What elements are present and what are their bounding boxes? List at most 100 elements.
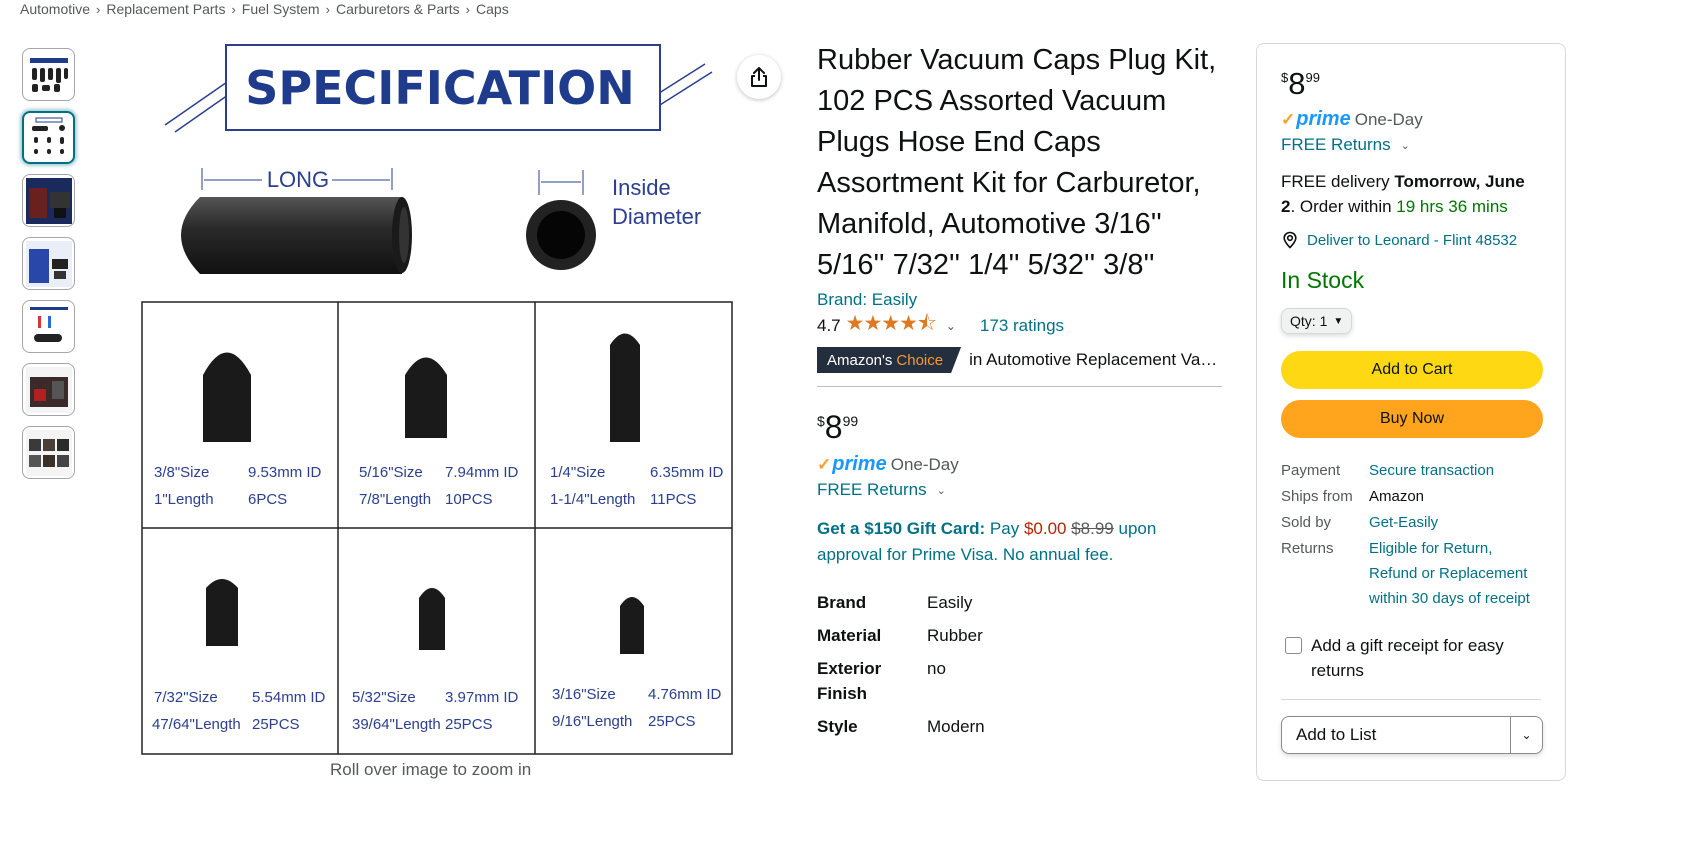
cell-4-pcs: 25PCS xyxy=(252,716,300,733)
price: $ 8 99 xyxy=(817,409,1225,449)
brand-link[interactable]: Brand: Easily xyxy=(817,290,1225,310)
ratings-count-link[interactable]: 173 ratings xyxy=(980,316,1064,336)
delivery-info: FREE delivery Tomorrow, June 2. Order wi… xyxy=(1281,169,1541,219)
info-key: Payment xyxy=(1281,462,1341,479)
cell-6-size: 3/16"Size xyxy=(552,686,616,703)
free-returns-label: FREE Returns xyxy=(817,480,927,499)
chevron-down-icon: ⌄ xyxy=(936,484,946,497)
thumbnail-6[interactable] xyxy=(22,363,75,416)
quantity-select[interactable]: Qty: 1 ▼ xyxy=(1281,308,1353,334)
add-to-cart-button[interactable]: Add to Cart xyxy=(1281,351,1543,389)
info-key: Returns xyxy=(1281,540,1334,557)
cell-1-size: 3/8"Size xyxy=(154,464,209,481)
thumbnail-image xyxy=(25,240,72,287)
breadcrumb: Automotive › Replacement Parts › Fuel Sy… xyxy=(20,0,509,18)
stock-status: In Stock xyxy=(1281,267,1365,293)
spec-key: Material xyxy=(817,626,882,645)
price-fraction: 99 xyxy=(842,413,859,429)
free-returns-link[interactable]: FREE Returns ⌄ xyxy=(1281,135,1541,155)
info-row: Returns Eligible for Return, Refund or R… xyxy=(1281,536,1541,611)
breadcrumb-automotive[interactable]: Automotive xyxy=(20,1,90,17)
buybox-price: $ 8 99 xyxy=(1281,66,1541,104)
thumbnail-image xyxy=(31,117,65,154)
prime-word: prime xyxy=(1296,108,1351,130)
cell-5-size: 5/32"Size xyxy=(352,689,416,706)
seller-link[interactable]: Get-Easily xyxy=(1369,510,1541,535)
gift-receipt-checkbox[interactable] xyxy=(1285,637,1302,654)
cell-4-length: 47/64"Length xyxy=(152,716,241,733)
price-symbol: $ xyxy=(817,413,825,429)
thumbnail-7[interactable] xyxy=(22,426,75,479)
secure-transaction-link[interactable]: Secure transaction xyxy=(1369,458,1541,483)
prime-word: prime xyxy=(832,453,887,475)
cell-4-size: 7/32"Size xyxy=(154,689,218,706)
chevron-down-icon[interactable]: ⌄ xyxy=(946,319,956,333)
choice-badge-suffix: Choice xyxy=(896,351,944,369)
gift-receipt-label[interactable]: Add a gift receipt for easy returns xyxy=(1311,633,1541,683)
price-fraction: 99 xyxy=(1305,70,1320,85)
price-symbol: $ xyxy=(1281,70,1289,85)
add-to-list-dropdown[interactable]: ⌄ xyxy=(1510,717,1542,753)
spec-row: Brand Easily xyxy=(817,590,1222,615)
cell-5-id: 3.97mm ID xyxy=(445,689,519,706)
prime-one-day: One-Day xyxy=(890,454,959,474)
delivery-prefix: FREE delivery xyxy=(1281,172,1390,191)
star-rating-icon[interactable]: ★★★★⯪ xyxy=(846,309,937,344)
deliver-to-link[interactable]: Deliver to Leonard - Flint 48532 xyxy=(1281,231,1541,249)
spec-value: Rubber xyxy=(927,626,983,645)
gift-card-offer[interactable]: Get a $150 Gift Card: Pay $0.00 $8.99 up… xyxy=(817,516,1225,568)
thumbnail-2-selected[interactable] xyxy=(22,111,75,164)
thumbnail-image xyxy=(25,429,72,476)
cell-3-size: 1/4"Size xyxy=(550,464,605,481)
gift-new-price: $0.00 xyxy=(1023,519,1067,538)
breadcrumb-carburetors-parts[interactable]: Carburetors & Parts xyxy=(336,1,460,17)
rating-row: 4.7 ★★★★⯪ ⌄ 173 ratings xyxy=(817,312,1225,338)
buy-box: $ 8 99 ✓ prime One-Day FREE Returns ⌄ FRE… xyxy=(1256,43,1566,781)
thumbnail-1[interactable] xyxy=(22,48,75,101)
share-button[interactable] xyxy=(737,55,781,99)
prime-check-icon: ✓ xyxy=(817,454,832,474)
main-product-image[interactable]: SPECIFICATION LONG Inside Diameter 3/8"S… xyxy=(140,40,738,760)
cell-4-id: 5.54mm ID xyxy=(252,689,326,706)
ships-from-value: Amazon xyxy=(1369,488,1425,505)
breadcrumb-caps[interactable]: Caps xyxy=(476,1,509,17)
gift-receipt-option: Add a gift receipt for easy returns xyxy=(1281,633,1541,683)
long-label: LONG xyxy=(267,167,329,192)
cell-3-id: 6.35mm ID xyxy=(650,464,724,481)
cell-2-size: 5/16"Size xyxy=(359,464,423,481)
free-returns-label: FREE Returns xyxy=(1281,135,1391,154)
cell-2-pcs: 10PCS xyxy=(445,491,493,508)
breadcrumb-separator: › xyxy=(96,1,101,17)
chevron-down-icon: ▼ xyxy=(1333,315,1344,327)
spec-key: Style xyxy=(817,717,858,736)
returns-policy-link[interactable]: Eligible for Return, Refund or Replaceme… xyxy=(1369,536,1541,611)
breadcrumb-separator: › xyxy=(465,1,471,17)
thumbnail-4[interactable] xyxy=(22,237,75,290)
add-to-list-button[interactable]: Add to List xyxy=(1282,717,1510,753)
thumbnail-image xyxy=(29,306,68,342)
breadcrumb-fuel-system[interactable]: Fuel System xyxy=(242,1,320,17)
share-icon xyxy=(751,67,767,87)
spec-value: Easily xyxy=(927,593,973,612)
prime-badge: ✓ prime One-Day xyxy=(1281,108,1541,131)
spec-title: SPECIFICATION xyxy=(245,61,635,115)
thumbnail-image xyxy=(25,177,72,224)
free-returns-link[interactable]: FREE Returns ⌄ xyxy=(817,480,1225,500)
buy-now-button[interactable]: Buy Now xyxy=(1281,400,1543,438)
cell-2-id: 7.94mm ID xyxy=(445,464,519,481)
cell-3-pcs: 11PCS xyxy=(650,491,696,508)
delivery-countdown: 19 hrs 36 mins xyxy=(1396,197,1508,216)
prime-logo: ✓ prime xyxy=(817,453,887,476)
deliver-to-label: Deliver to Leonard - Flint 48532 xyxy=(1307,231,1518,249)
breadcrumb-replacement-parts[interactable]: Replacement Parts xyxy=(106,1,225,17)
spec-value: Modern xyxy=(927,717,985,736)
diameter-label: Diameter xyxy=(612,204,701,229)
prime-logo: ✓ prime xyxy=(1281,108,1351,131)
thumbnail-3[interactable] xyxy=(22,174,75,227)
choice-category-link[interactable]: in Automotive Replacement Vacuum Hose Ca… xyxy=(969,350,1219,370)
rating-value: 4.7 xyxy=(817,316,841,335)
gift-pay: Pay xyxy=(989,519,1020,538)
thumbnail-5[interactable] xyxy=(22,300,75,353)
info-row: Sold by Get-Easily xyxy=(1281,510,1541,535)
cell-1-length: 1"Length xyxy=(154,491,214,508)
